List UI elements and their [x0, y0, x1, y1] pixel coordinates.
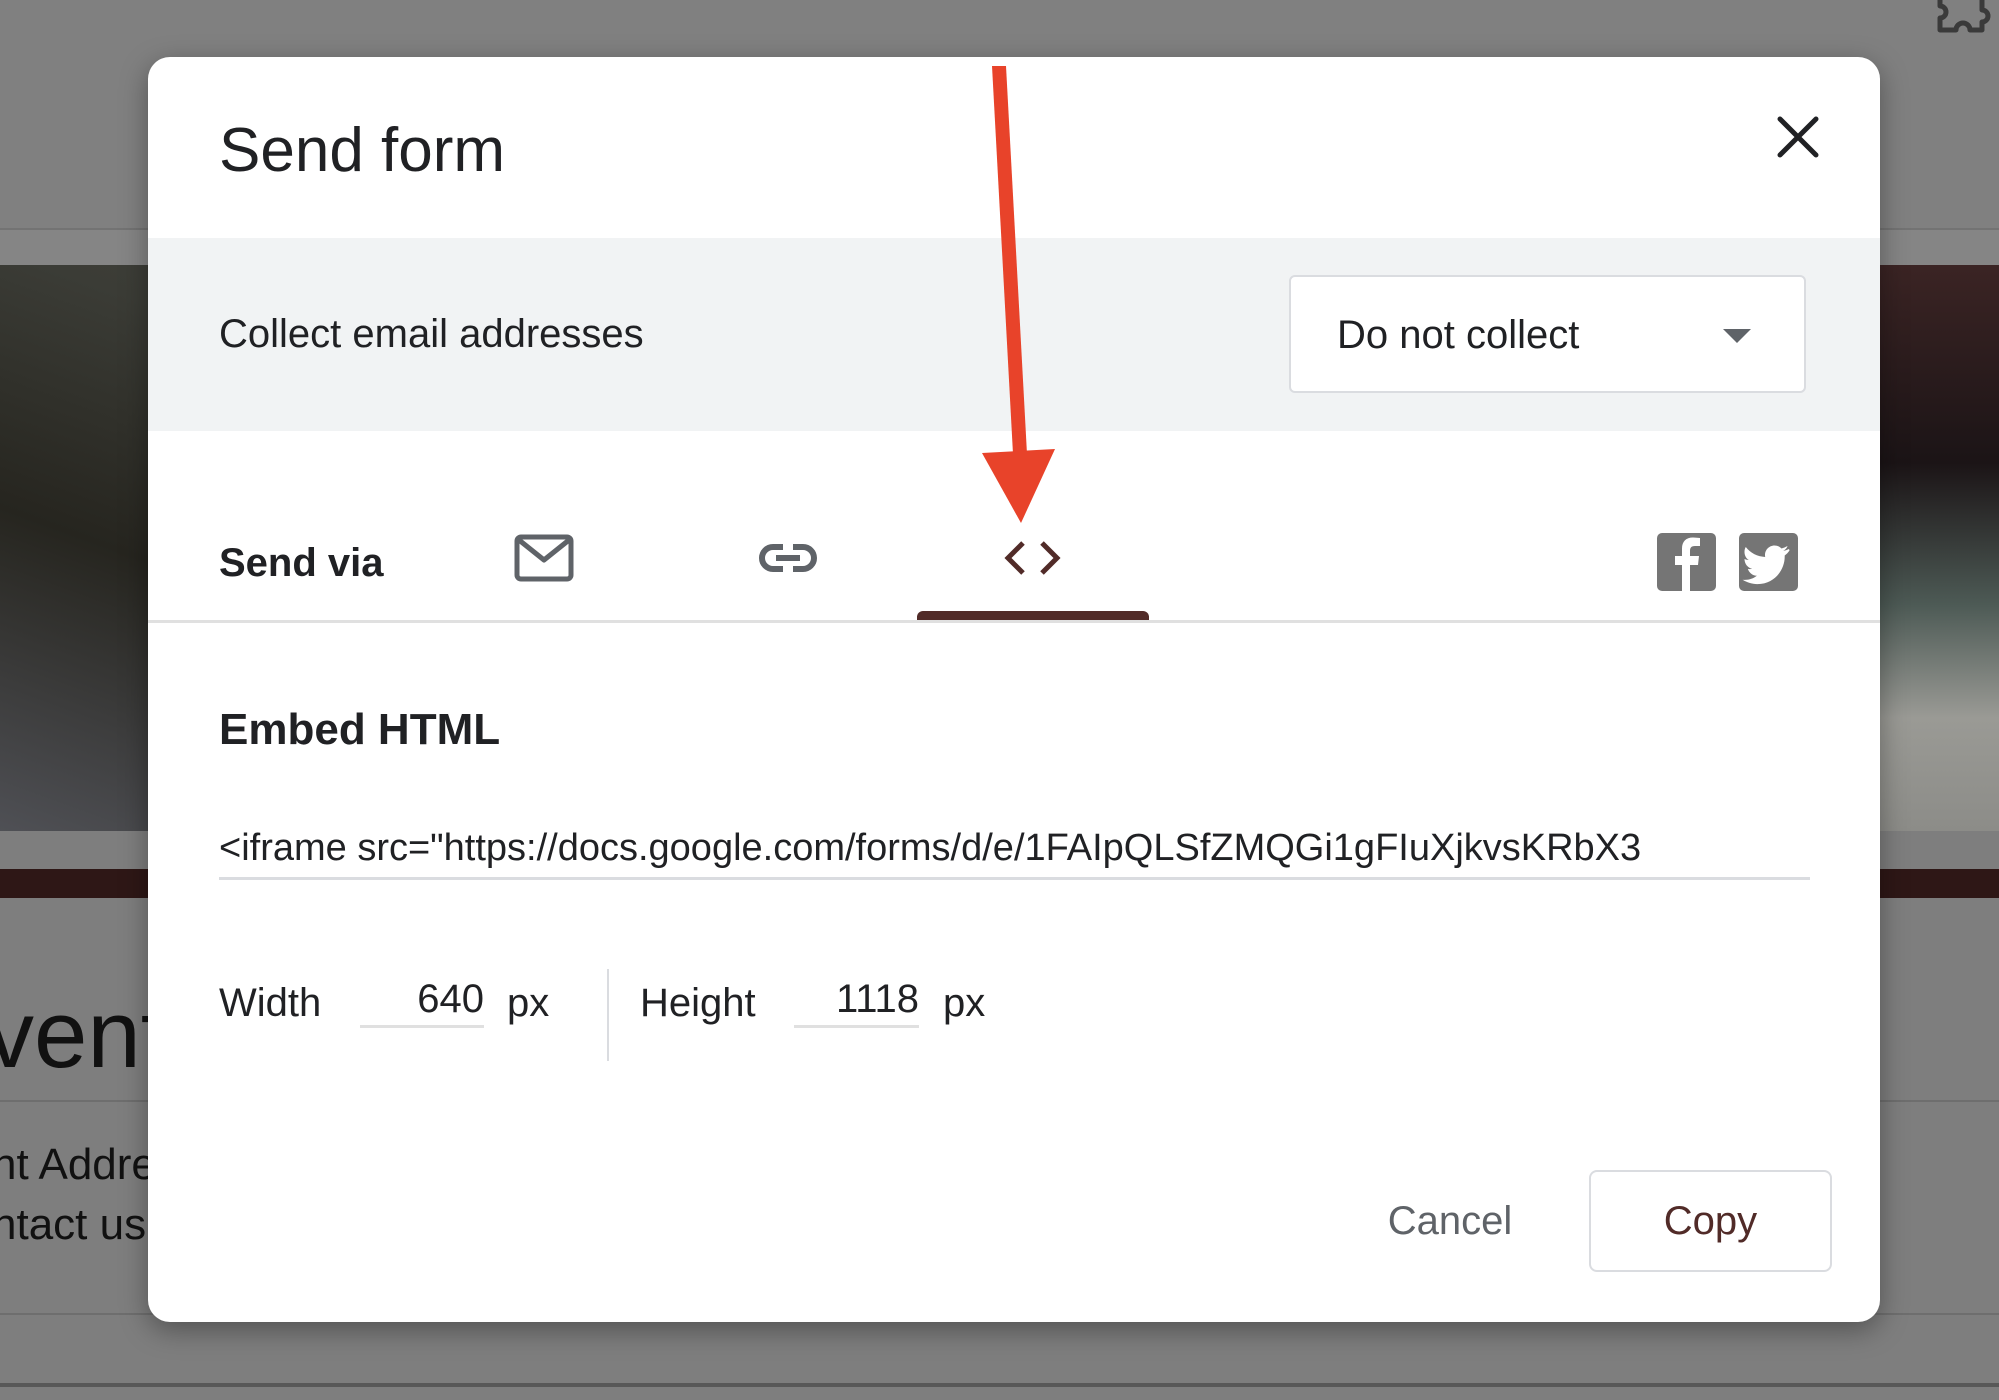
embed-code-field[interactable] — [219, 819, 1810, 880]
tabs-divider — [148, 620, 1880, 623]
embed-html-heading: Embed HTML — [219, 705, 501, 754]
height-input[interactable] — [794, 973, 919, 1028]
twitter-icon — [1742, 545, 1790, 585]
width-unit: px — [507, 981, 550, 1025]
close-icon[interactable] — [1770, 109, 1826, 165]
collect-email-label: Collect email addresses — [219, 312, 644, 356]
dialog-title: Send form — [219, 116, 506, 185]
dropdown-arrow-icon — [1723, 329, 1751, 343]
email-icon[interactable] — [514, 534, 574, 582]
link-icon[interactable] — [758, 543, 818, 573]
facebook-icon — [1675, 537, 1700, 591]
extensions-puzzle-icon[interactable] — [1934, 0, 1992, 34]
dimension-divider — [607, 969, 609, 1061]
send-via-label: Send via — [219, 541, 384, 585]
form-title-fragment: vent — [0, 981, 168, 1088]
collect-email-dropdown[interactable]: Do not collect — [1289, 275, 1806, 393]
form-description-line-2: ntact us — [0, 1200, 147, 1249]
collect-email-section: Collect email addresses Do not collect — [148, 238, 1880, 431]
width-label: Width — [219, 981, 322, 1025]
form-bottom-line — [0, 1383, 1999, 1387]
embed-code-icon[interactable] — [1002, 541, 1063, 575]
form-description-line-1: nt Addre — [0, 1140, 156, 1189]
send-form-dialog: Send form Collect email addresses Do not… — [148, 57, 1880, 1322]
form-header-image-right — [1880, 265, 1999, 831]
dropdown-selected-value: Do not collect — [1337, 313, 1580, 357]
height-label: Height — [640, 981, 756, 1025]
width-input[interactable] — [360, 973, 484, 1028]
facebook-share-button[interactable] — [1657, 533, 1716, 591]
twitter-share-button[interactable] — [1739, 533, 1798, 591]
cancel-button[interactable]: Cancel — [1370, 1181, 1530, 1261]
copy-button[interactable]: Copy — [1589, 1170, 1832, 1272]
height-unit: px — [943, 981, 986, 1025]
